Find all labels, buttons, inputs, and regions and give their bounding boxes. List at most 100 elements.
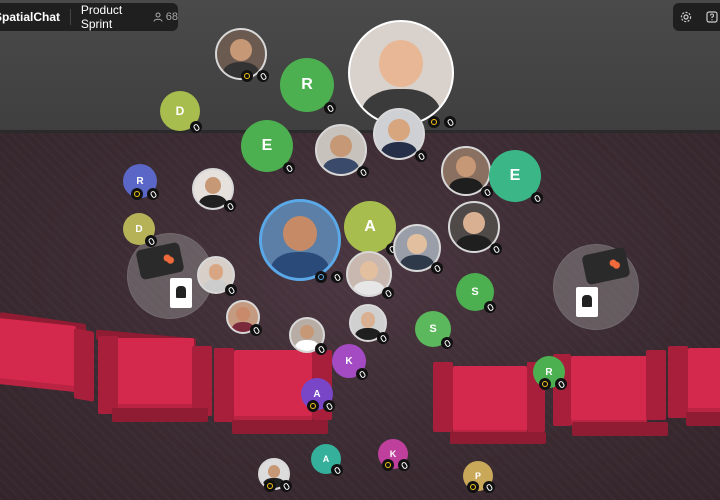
chair-seat [234,350,312,422]
mic-muted-icon [531,192,543,204]
participant-body [322,157,360,174]
chair-arm [214,348,234,422]
emoji-status-icon [264,480,276,492]
card-icon [170,278,192,308]
room-header: SpatialChat Product Sprint 68 [0,3,178,31]
chair-back [232,420,328,434]
mic-muted-icon [382,287,394,299]
chair-arm [74,328,94,402]
chair-arm [192,346,212,416]
emoji-status-icon [131,188,143,200]
mic-muted-icon [357,166,369,178]
participant-initial: P [474,471,481,481]
participant-initial: A [364,218,376,235]
participant-initial: D [135,223,143,235]
chair-arm [668,346,688,418]
mic-muted-icon [190,121,202,133]
participant-face [407,233,427,255]
participant-face [330,134,352,157]
game-zone-right[interactable] [553,244,639,330]
participant-face [236,307,250,322]
chair-seat [0,317,76,393]
participant-face [360,312,376,328]
chair-arm [98,336,118,414]
chair-arm [433,362,453,432]
chair-back [112,408,208,422]
participant-body [353,280,385,295]
participant-initial: K [389,449,397,459]
header-actions [673,3,720,31]
mic-muted-icon [315,343,327,355]
participant-face [208,264,224,280]
participant-initial: D [175,104,185,118]
participant-initial: K [345,355,353,367]
mic-muted-icon [250,324,262,336]
brand-name[interactable]: SpatialChat [0,10,60,24]
mic-muted-icon [441,337,453,349]
participant-body [380,141,418,158]
mic-muted-icon [280,480,292,492]
chair-seat [116,338,194,410]
divider [70,9,71,25]
emoji-status-icon [241,70,253,82]
participant-face [283,215,317,251]
screen-share-icon [315,271,327,283]
participant-face [378,40,424,88]
participant-face [388,118,410,141]
help-icon [706,11,718,23]
participant-body [455,234,493,251]
emoji-status-icon [307,400,319,412]
participant-video-avatar[interactable] [259,199,341,281]
mic-muted-icon [331,271,343,283]
people-count[interactable]: 68 [153,11,178,23]
participant-face [463,211,485,234]
mic-muted-icon [377,332,389,344]
participant-face [230,38,252,61]
mic-muted-icon [147,188,159,200]
participant-face [267,465,281,478]
people-count-value: 68 [165,11,178,23]
mic-muted-icon [324,102,336,114]
mic-muted-icon [283,162,295,174]
gear-icon [680,11,692,23]
dice-board-icon [135,241,185,281]
mic-muted-icon [331,464,343,476]
chair-seat [453,366,527,436]
participant-initial: A [322,454,330,464]
emoji-status-icon [467,481,479,493]
mic-muted-icon [224,200,236,212]
mic-muted-icon [483,481,495,493]
participant-initial: R [545,366,553,378]
emoji-status-icon [539,378,551,390]
settings-button[interactable] [673,3,699,31]
mic-muted-icon [415,150,427,162]
room-name[interactable]: Product Sprint [81,3,144,31]
chair-back [572,422,668,436]
participant-initial: E [261,137,273,154]
participant-initial: A [313,388,321,400]
participant-initial: E [509,167,521,184]
mic-muted-icon [225,284,237,296]
chair-seat [571,356,647,426]
mic-muted-icon [431,262,443,274]
participant-initial: R [136,175,144,187]
participant-body [448,178,484,194]
participant-face [359,260,379,280]
spatial-room[interactable]: R D E E R A D S S K R A A K P [0,0,720,500]
mic-muted-icon [555,378,567,390]
participant-face [299,324,315,340]
help-button[interactable] [699,3,720,31]
mic-muted-icon [490,243,502,255]
chair-arm [646,350,666,420]
emoji-status-icon [428,116,440,128]
person-icon [153,12,163,22]
mic-muted-icon [356,368,368,380]
mic-muted-icon [484,301,496,313]
mic-muted-icon [398,459,410,471]
participant-body [400,255,434,270]
mic-muted-icon [444,116,456,128]
card-icon [576,287,598,317]
chair-back [686,412,720,426]
mic-muted-icon [145,235,157,247]
participant-face [204,176,222,195]
